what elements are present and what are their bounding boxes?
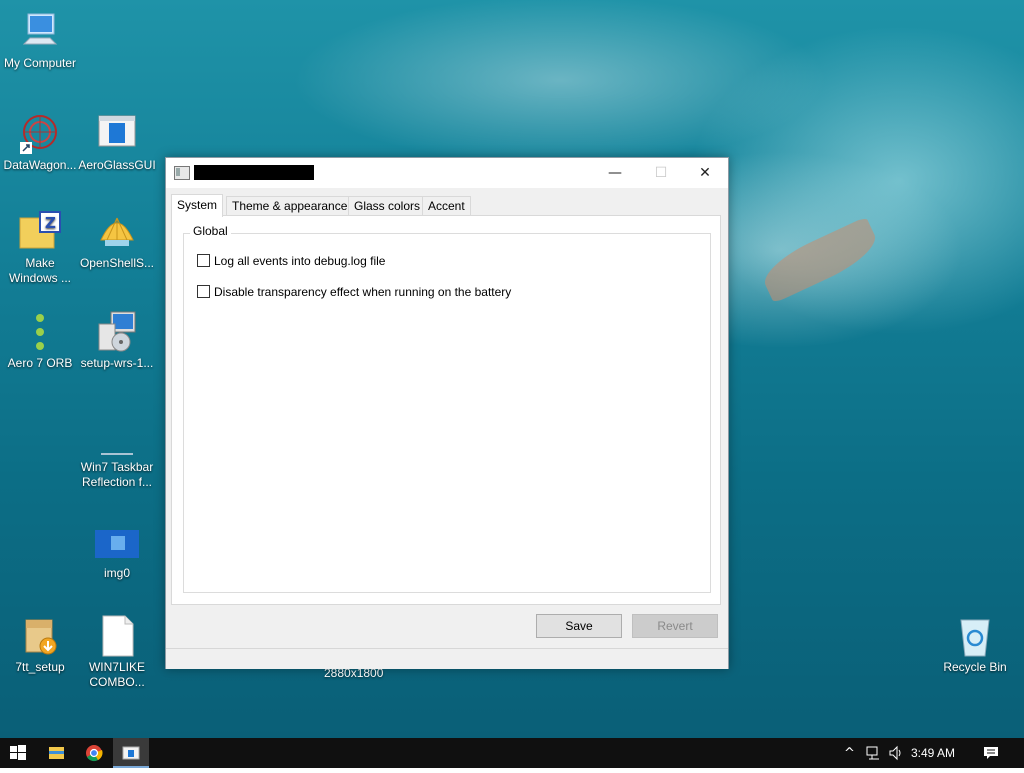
desktop-icon-label: Win7 Taskbar Reflection f... bbox=[80, 460, 154, 489]
desktop-icon-label: setup-wrs-1... bbox=[80, 356, 154, 370]
desktop-icon-my-computer[interactable]: My Computer bbox=[0, 10, 80, 71]
desktop-icon-aero7orb[interactable]: Aero 7 ORB bbox=[0, 310, 80, 371]
log-events-checkbox[interactable] bbox=[197, 254, 210, 267]
option-log-events[interactable]: Log all events into debug.log file bbox=[197, 253, 385, 269]
tray-chevron-icon[interactable]: ^ bbox=[844, 746, 855, 761]
option-label: Disable transparency effect when running… bbox=[214, 285, 512, 299]
system-tab-panel: Global Log all events into debug.log fil… bbox=[171, 215, 721, 605]
desktop-icon-win7-taskbar-reflection[interactable]: Win7 Taskbar Reflection f... bbox=[77, 414, 157, 490]
setup-box-icon bbox=[18, 614, 62, 658]
desktop-icon-label: Make Windows ... bbox=[8, 256, 71, 285]
taskbar: ^ 3:49 AM bbox=[0, 738, 1024, 768]
computer-icon bbox=[18, 10, 62, 54]
aeroglassgui-icon bbox=[95, 112, 139, 156]
svg-text:Z: Z bbox=[45, 214, 56, 232]
taskbar-file-explorer[interactable] bbox=[38, 738, 74, 768]
save-button[interactable]: Save bbox=[536, 614, 622, 638]
taskbar-aeroglass-app[interactable] bbox=[113, 738, 149, 768]
start-icon bbox=[10, 745, 26, 760]
desktop-icon-7tt-setup[interactable]: 7tt_setup bbox=[0, 614, 80, 675]
tab-theme-appearance[interactable]: Theme & appearance bbox=[226, 196, 354, 216]
network-icon[interactable] bbox=[866, 745, 882, 761]
tab-strip: System Theme & appearance Glass colors A… bbox=[171, 194, 723, 217]
close-button[interactable]: ✕ bbox=[682, 158, 728, 188]
orb-icon bbox=[18, 310, 62, 354]
desktop-icon-win7like-combo[interactable]: WIN7LIKE COMBO... bbox=[77, 614, 157, 690]
desktop-icon-label: My Computer bbox=[3, 56, 77, 70]
app-window-icon bbox=[174, 166, 190, 180]
title-bar[interactable]: — ☐ ✕ bbox=[166, 158, 728, 188]
desktop-icon-label: Aero 7 ORB bbox=[7, 356, 73, 370]
desktop-icon-label: Recycle Bin bbox=[943, 660, 1007, 674]
desktop-icon-openshell[interactable]: OpenShellS... bbox=[77, 210, 157, 271]
desktop-icon-datawagon[interactable]: DataWagon... bbox=[0, 112, 80, 173]
option-disable-transparency[interactable]: Disable transparency effect when running… bbox=[197, 284, 511, 300]
maximize-button[interactable]: ☐ bbox=[638, 158, 684, 188]
installer-icon bbox=[95, 310, 139, 354]
revert-button[interactable]: Revert bbox=[632, 614, 718, 638]
option-label: Log all events into debug.log file bbox=[214, 254, 386, 268]
desktop-icon-label: DataWagon... bbox=[3, 158, 77, 172]
zip-folder-icon: Z bbox=[18, 210, 62, 254]
desktop-icon-label: WIN7LIKE COMBO... bbox=[88, 660, 145, 689]
volume-icon[interactable] bbox=[888, 745, 904, 761]
image-icon bbox=[95, 520, 141, 564]
aeroglass-app-icon bbox=[122, 746, 140, 760]
notifications-icon[interactable] bbox=[983, 745, 999, 761]
desktop-icon-label: OpenShellS... bbox=[79, 256, 155, 270]
desktop-icon-make-windows[interactable]: Z Make Windows ... bbox=[0, 210, 80, 286]
shell-icon bbox=[95, 210, 139, 254]
tab-system[interactable]: System bbox=[171, 194, 224, 217]
chrome-icon bbox=[86, 745, 103, 762]
document-icon bbox=[95, 614, 139, 658]
desktop-icon-label: AeroGlassGUI bbox=[78, 158, 156, 172]
desktop-icon-recycle-bin[interactable]: Recycle Bin bbox=[935, 614, 1015, 675]
desktop-icon-aeroglassgui[interactable]: AeroGlassGUI bbox=[77, 112, 157, 173]
desktop-icon-setup-wrs[interactable]: setup-wrs-1... bbox=[77, 310, 157, 371]
global-group: Global Log all events into debug.log fil… bbox=[183, 224, 711, 593]
wallpaper-ribbon bbox=[757, 216, 883, 304]
status-bar bbox=[166, 648, 728, 669]
taskbar-reflection-icon bbox=[95, 414, 139, 458]
aeroglass-settings-window[interactable]: — ☐ ✕ System Theme & appearance Glass co… bbox=[165, 157, 729, 669]
taskbar-clock[interactable]: 3:49 AM bbox=[911, 738, 955, 768]
tab-accent[interactable]: Accent bbox=[422, 196, 471, 216]
taskbar-chrome[interactable] bbox=[76, 738, 112, 768]
minimize-button[interactable]: — bbox=[592, 158, 638, 188]
desktop-icon-label: 7tt_setup bbox=[15, 660, 65, 674]
recycle-bin-icon bbox=[953, 614, 997, 658]
desktop-icon-label: img0 bbox=[103, 566, 130, 580]
start-button[interactable] bbox=[0, 738, 36, 768]
desktop-icon-img0[interactable]: img0 bbox=[77, 520, 157, 581]
datawagon-icon bbox=[18, 112, 62, 156]
file-explorer-icon bbox=[49, 747, 64, 759]
disable-transparency-checkbox[interactable] bbox=[197, 285, 210, 298]
group-title: Global bbox=[190, 224, 231, 238]
window-title-redacted bbox=[194, 165, 314, 180]
tab-glass-colors[interactable]: Glass colors bbox=[348, 196, 427, 216]
